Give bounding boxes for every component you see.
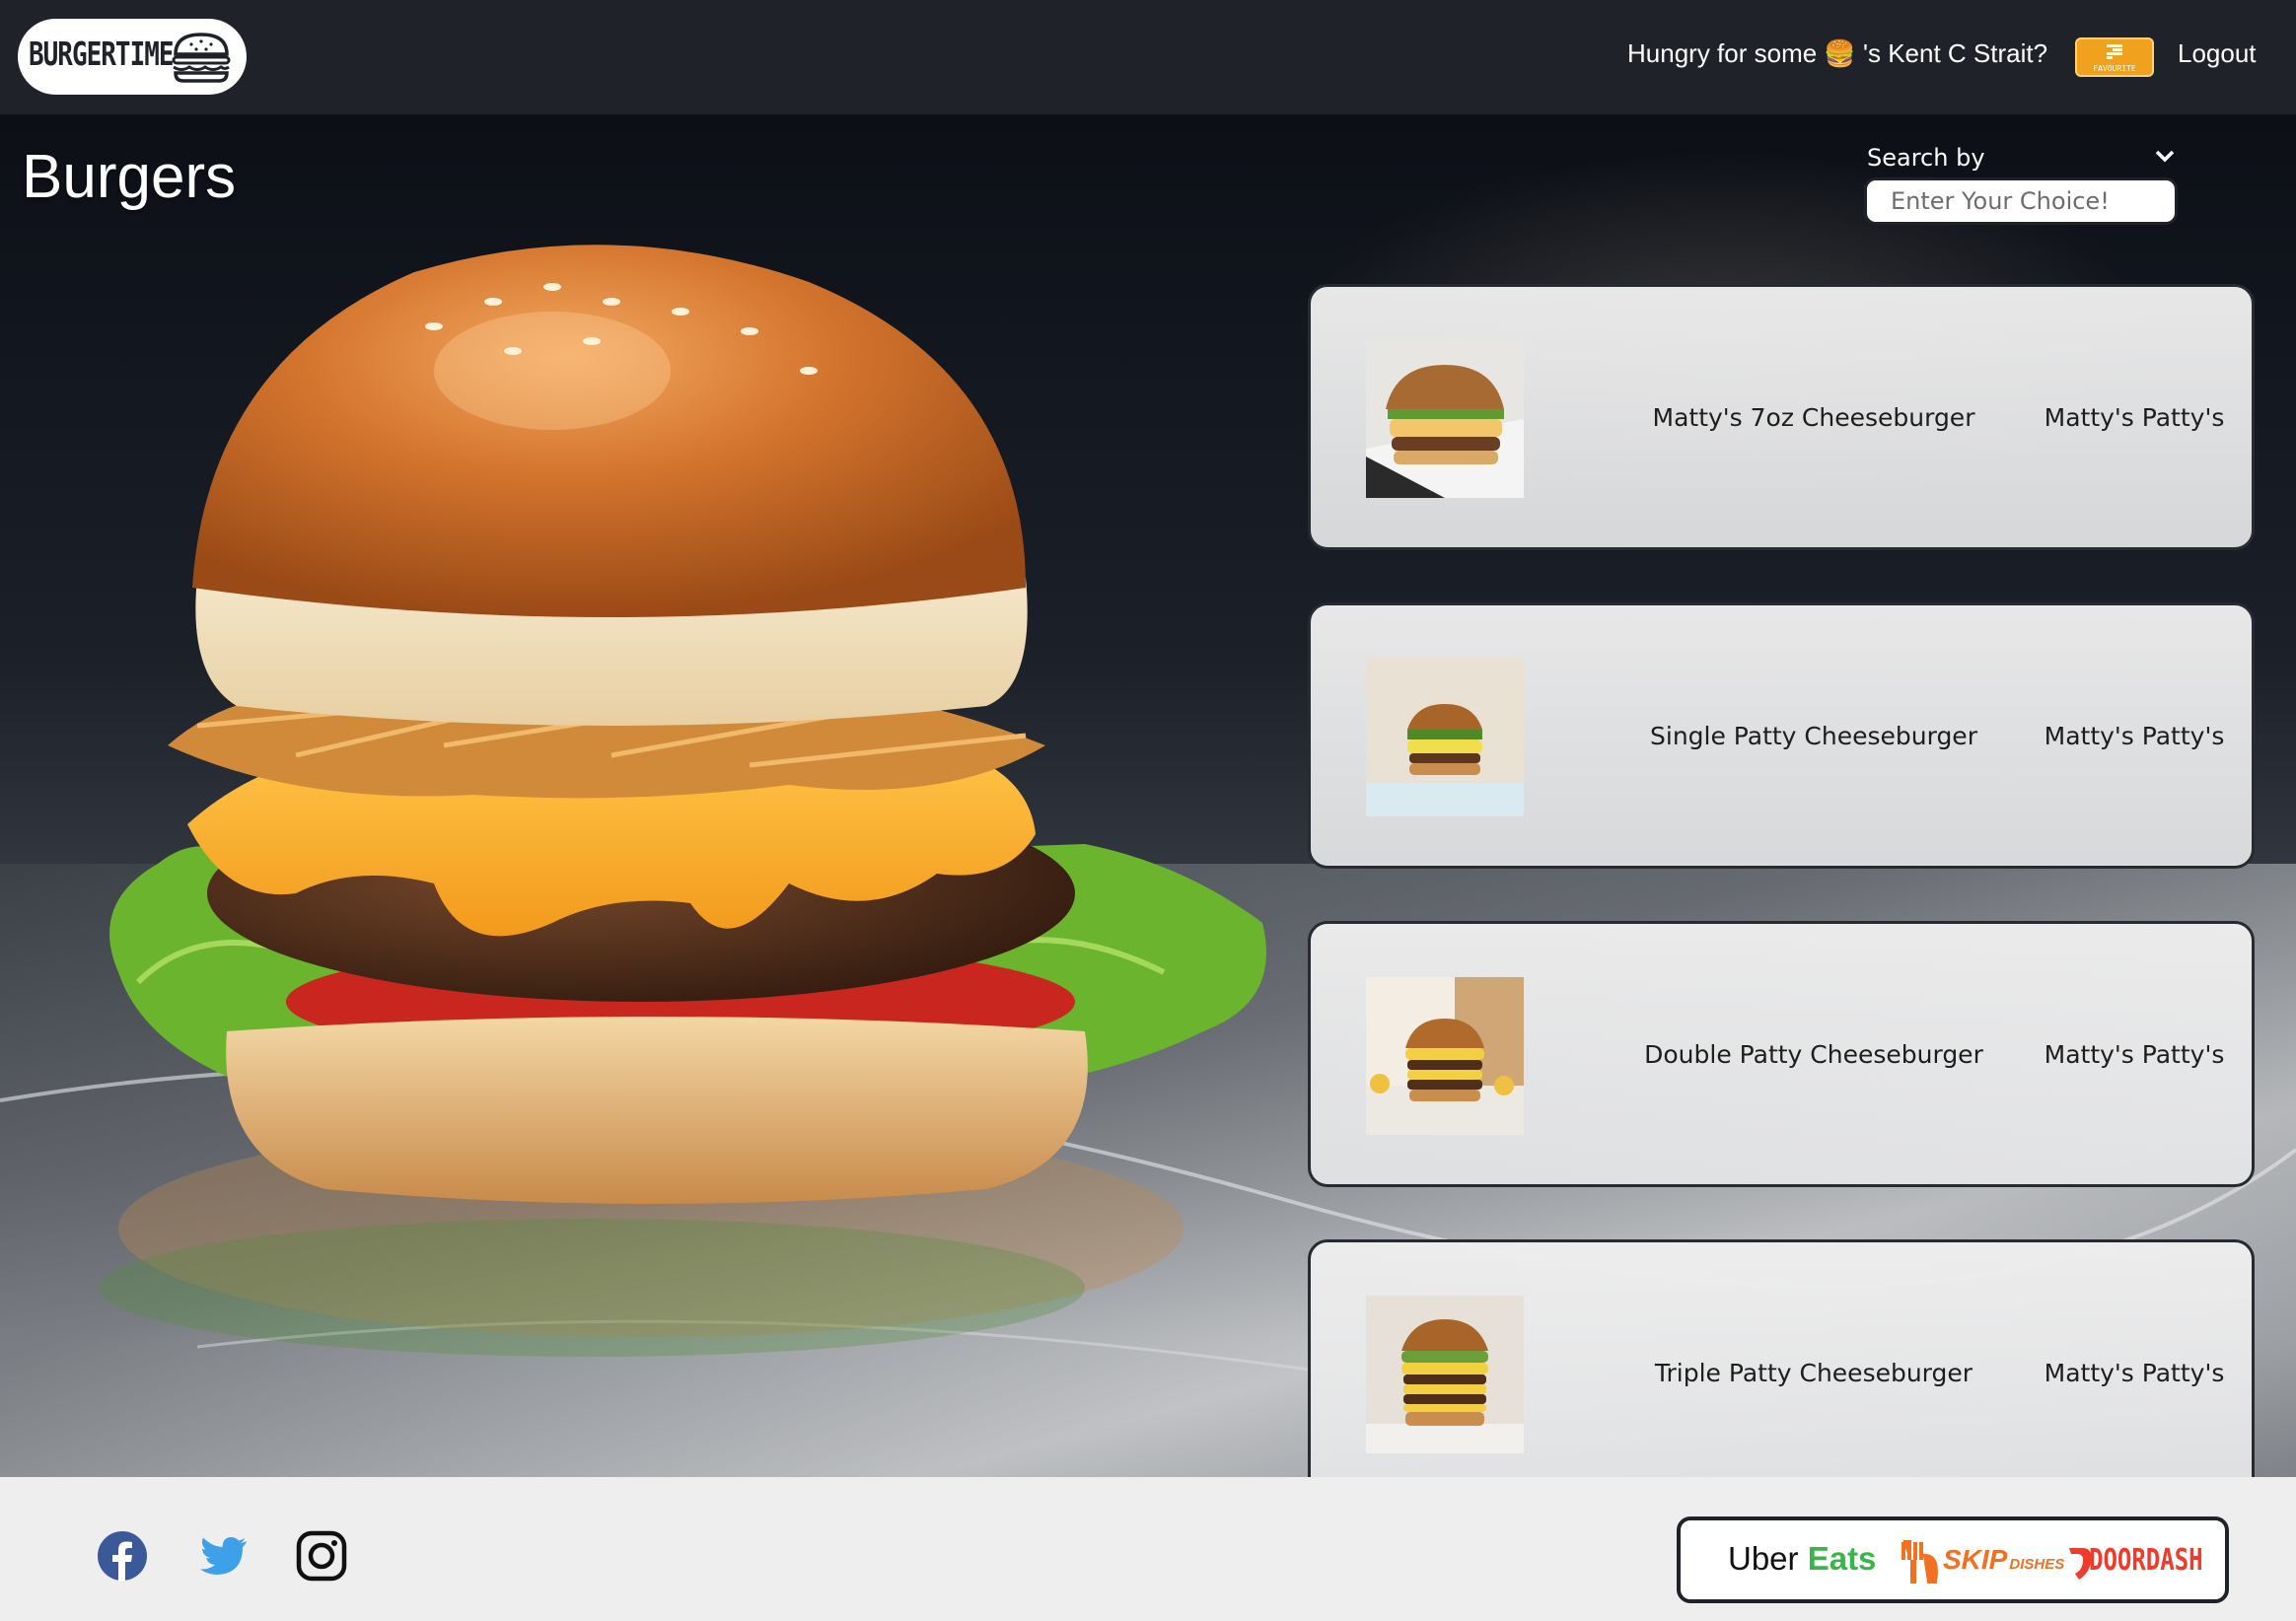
footer: Uber Eats SKIP DISHES DOORDASH [0, 1477, 2296, 1621]
result-card[interactable]: Matty's 7oz Cheeseburger Matty's Patty's [1308, 284, 2255, 550]
burger-thumbnail [1366, 1296, 1524, 1453]
result-card[interactable]: Triple Patty Cheeseburger Matty's Patty'… [1308, 1239, 2255, 1477]
burger-emoji-icon: 🍔 [1824, 38, 1856, 68]
instagram-icon[interactable] [296, 1530, 347, 1582]
page-title: Burgers [22, 143, 237, 211]
favourites-button[interactable]: FAVOURITE [2075, 37, 2154, 77]
greeting-suffix: 's Kent C Strait? [1863, 38, 2048, 68]
skip-logo-text: SKIP [1943, 1544, 2008, 1575]
search-by-label: Search by [1867, 144, 1985, 172]
result-restaurant: Matty's Patty's [2044, 1040, 2225, 1069]
search-input[interactable] [1864, 177, 2178, 225]
delivery-partners-banner: Uber Eats SKIP DISHES DOORDASH [1677, 1516, 2229, 1603]
result-name: Triple Patty Cheeseburger [1654, 1359, 1973, 1387]
skip-the-dishes-icon [1901, 1540, 1938, 1584]
navbar: BURGERTIME Hungry for some 🍔 's Kent C S… [0, 0, 2296, 114]
greeting-prefix: Hungry for some [1627, 38, 1818, 68]
result-card[interactable]: Single Patty Cheeseburger Matty's Patty'… [1308, 602, 2255, 869]
uber-eats-logo-uber: Uber [1728, 1540, 1799, 1577]
result-card[interactable]: Double Patty Cheeseburger Matty's Patty'… [1308, 921, 2255, 1187]
result-restaurant: Matty's Patty's [2044, 722, 2225, 750]
result-restaurant: Matty's Patty's [2044, 403, 2225, 432]
favourites-label: FAVOURITE [2093, 64, 2136, 73]
result-name: Matty's 7oz Cheeseburger [1652, 403, 1975, 432]
result-restaurant: Matty's Patty's [2044, 1359, 2225, 1387]
doordash-logo[interactable]: DOORDASH [2089, 1543, 2203, 1578]
dishes-logo-text: DISHES [2009, 1556, 2065, 1573]
burger-thumbnail [1366, 340, 1524, 498]
result-name: Double Patty Cheeseburger [1644, 1040, 1983, 1069]
twitter-icon[interactable] [197, 1530, 249, 1582]
burger-thumbnail [1366, 977, 1524, 1135]
logout-link[interactable]: Logout [2178, 38, 2257, 69]
brand-logo[interactable]: BURGERTIME [18, 19, 247, 95]
uber-eats-logo[interactable]: Uber Eats [1728, 1540, 1876, 1578]
greeting-text: Hungry for some 🍔 's Kent C Strait? [1627, 38, 2047, 69]
facebook-icon[interactable] [97, 1530, 148, 1582]
burger-icon [172, 33, 231, 83]
hero-section: Burgers Search by Matty's 7oz Cheeseburg… [0, 114, 2296, 1477]
brand-name: BURGERTIME [29, 36, 175, 74]
uber-eats-logo-eats: Eats [1807, 1540, 1877, 1577]
burger-thumbnail [1366, 659, 1524, 816]
result-name: Single Patty Cheeseburger [1650, 722, 1977, 750]
skip-the-dishes-logo[interactable]: SKIP DISHES [1943, 1544, 2064, 1576]
chevron-down-icon[interactable] [2154, 148, 2176, 164]
